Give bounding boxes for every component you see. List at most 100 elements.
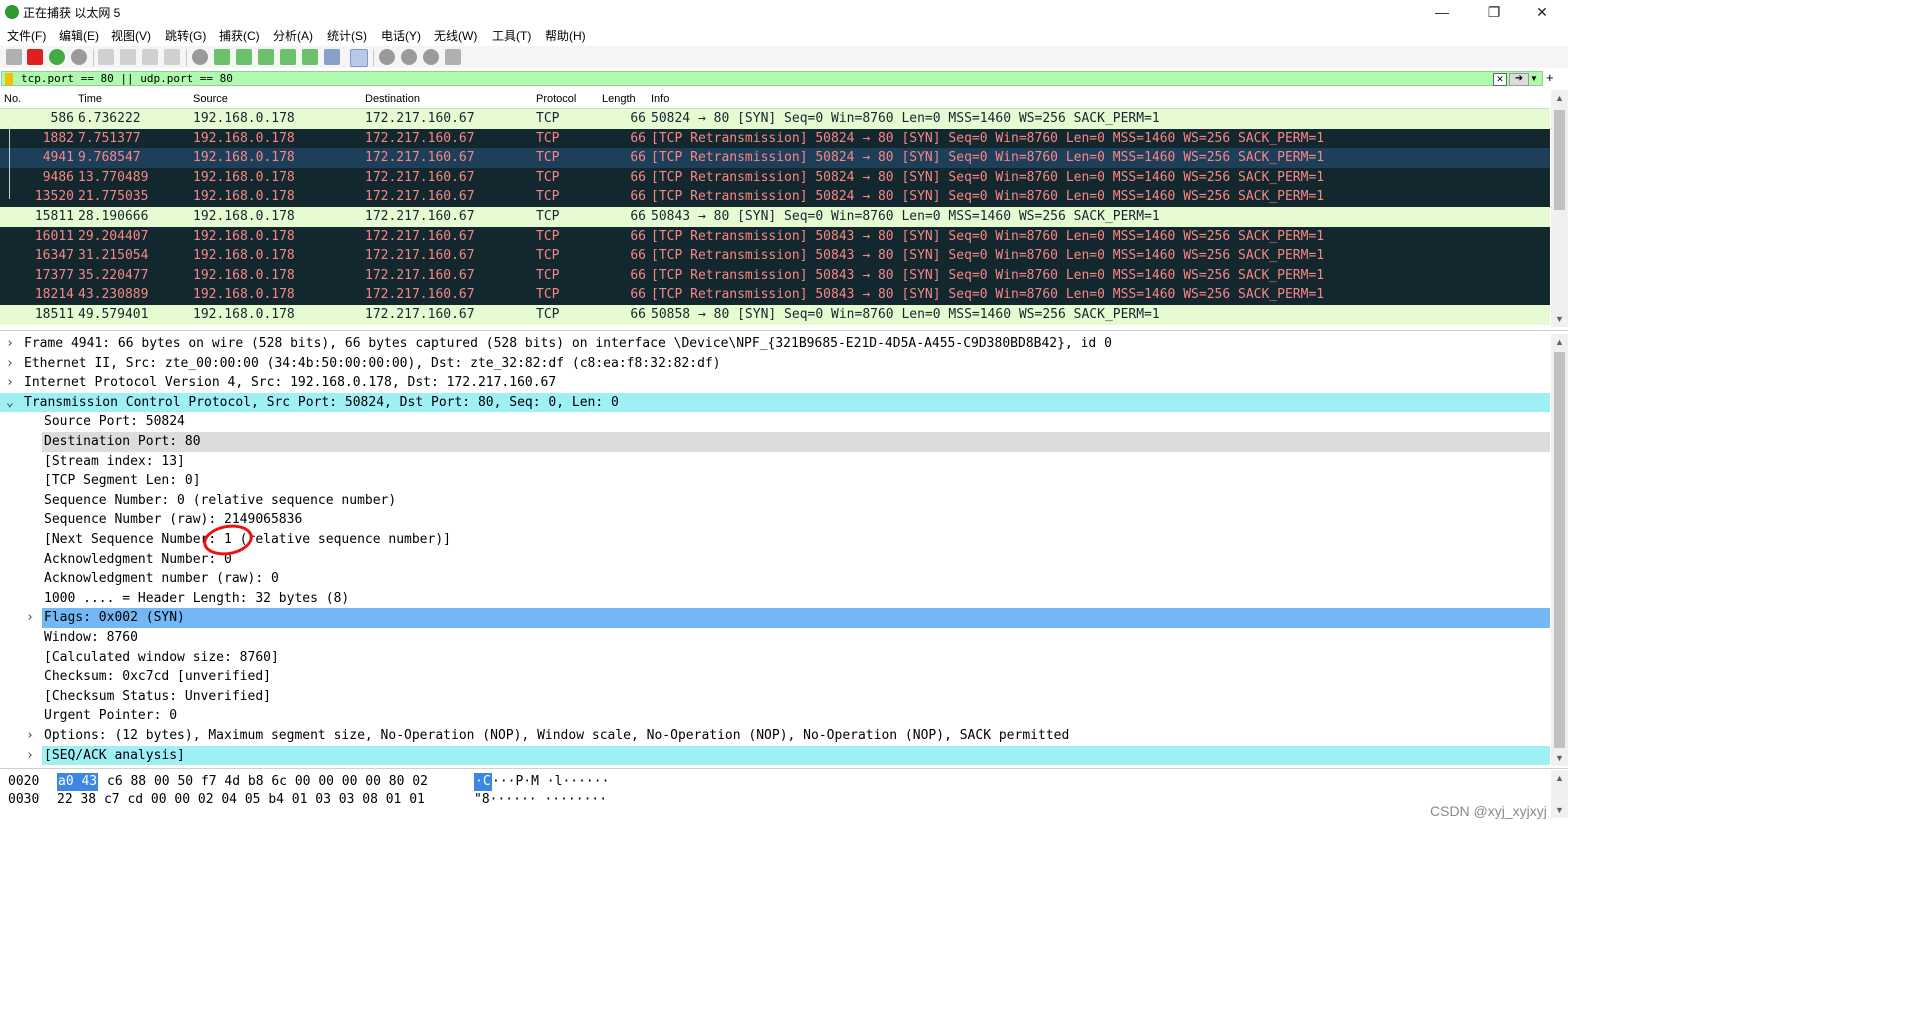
column-info[interactable]: Info: [651, 93, 669, 105]
detail-item[interactable]: [Checksum Status: Unverified]: [0, 687, 1550, 707]
go-forward-icon[interactable]: [236, 49, 252, 65]
scroll-down-icon[interactable]: ▼: [1551, 802, 1568, 818]
restore-button[interactable]: ❐: [1471, 0, 1517, 24]
menu-edit[interactable]: 编辑(E): [59, 27, 99, 44]
add-filter-button-icon[interactable]: +: [1546, 70, 1554, 85]
reload-file-icon[interactable]: [164, 49, 180, 65]
column-protocol[interactable]: Protocol: [536, 93, 576, 105]
go-to-packet-icon[interactable]: [258, 49, 274, 65]
detail-item[interactable]: [TCP Segment Len: 0]: [0, 471, 1550, 491]
detail-item[interactable]: 1000 .... = Header Length: 32 bytes (8): [0, 589, 1550, 609]
last-packet-icon[interactable]: [302, 49, 318, 65]
detail-item[interactable]: Acknowledgment number (raw): 0: [0, 569, 1550, 589]
detail-item[interactable]: › [SEQ/ACK analysis]: [0, 745, 1550, 766]
detail-item[interactable]: › Flags: 0x002 (SYN): [0, 608, 1550, 628]
column-length[interactable]: Length: [602, 93, 636, 105]
menu-go[interactable]: 跳转(G): [165, 27, 206, 44]
start-capture-icon[interactable]: [6, 49, 22, 65]
display-filter-input[interactable]: tcp.port == 80 || udp.port == 80 ✕ ➜ ▼: [1, 71, 1543, 86]
pane-splitter[interactable]: [0, 768, 1568, 769]
menu-wireless[interactable]: 无线(W): [434, 27, 477, 44]
chevron-right-icon[interactable]: ›: [6, 354, 14, 374]
detail-item[interactable]: [Stream index: 13]: [0, 452, 1550, 472]
pane-splitter[interactable]: [0, 330, 1568, 331]
scroll-thumb[interactable]: [1554, 352, 1565, 748]
bookmark-icon[interactable]: [5, 73, 13, 85]
chevron-right-icon[interactable]: ›: [26, 726, 34, 746]
packet-row[interactable]: 16347 31.215054 192.168.0.178 172.217.160.6…: [0, 246, 1550, 266]
chevron-right-icon[interactable]: ›: [6, 334, 14, 354]
column-source[interactable]: Source: [193, 93, 228, 105]
minimize-button[interactable]: —: [1419, 0, 1465, 24]
menu-statistics[interactable]: 统计(S): [327, 27, 367, 44]
colorize-icon[interactable]: [350, 49, 368, 67]
close-button[interactable]: ✕: [1519, 0, 1565, 24]
detail-item[interactable]: Checksum: 0xc7cd [unverified]: [0, 667, 1550, 687]
byte-offset: 0020: [8, 774, 40, 789]
open-file-icon[interactable]: [98, 49, 114, 65]
scroll-down-icon[interactable]: ▼: [1551, 750, 1568, 766]
packet-destination: 172.217.160.67: [365, 307, 475, 322]
packet-row[interactable]: 15811 28.190666 192.168.0.178 172.217.160.6…: [0, 207, 1550, 227]
details-scrollbar[interactable]: ▲ ▼: [1551, 334, 1568, 766]
packet-row[interactable]: 1882 7.751377 192.168.0.178 172.217.160.67 T…: [0, 128, 1550, 149]
filter-text[interactable]: tcp.port == 80 || udp.port == 80: [21, 72, 233, 85]
scroll-up-icon[interactable]: ▲: [1551, 90, 1568, 106]
autoscroll-icon[interactable]: [324, 49, 340, 65]
close-file-icon[interactable]: [142, 49, 158, 65]
detail-item[interactable]: › Options: (12 bytes), Maximum segment si…: [0, 726, 1550, 746]
stop-capture-icon[interactable]: [27, 49, 43, 65]
resize-columns-icon[interactable]: [445, 49, 461, 65]
menu-tools[interactable]: 工具(T): [492, 27, 531, 44]
go-back-icon[interactable]: [214, 49, 230, 65]
packet-row[interactable]: 18511 49.579401 192.168.0.178 172.217.160.6…: [0, 305, 1550, 325]
column-no[interactable]: No.: [4, 93, 21, 105]
scroll-up-icon[interactable]: ▲: [1551, 334, 1568, 350]
save-file-icon[interactable]: [120, 49, 136, 65]
packet-row[interactable]: 18214 43.230889 192.168.0.178 172.217.160.6…: [0, 285, 1550, 305]
capture-options-icon[interactable]: [71, 49, 87, 65]
packet-row[interactable]: 4941 9.768547 192.168.0.178 172.217.160.67 T…: [0, 148, 1550, 168]
detail-item[interactable]: › Frame 4941: 66 bytes on wire (528 bits)…: [0, 334, 1550, 354]
normal-size-icon[interactable]: [423, 49, 439, 65]
detail-item[interactable]: Source Port: 50824: [0, 412, 1550, 432]
scroll-down-icon[interactable]: ▼: [1551, 311, 1568, 327]
detail-item[interactable]: › Internet Protocol Version 4, Src: 192.1…: [0, 373, 1550, 393]
packet-list-scrollbar[interactable]: ▲ ▼: [1551, 90, 1568, 327]
first-packet-icon[interactable]: [280, 49, 296, 65]
detail-item[interactable]: › Ethernet II, Src: zte_00:00:00 (34:4b:5…: [0, 354, 1550, 374]
chevron-right-icon[interactable]: ›: [26, 608, 34, 628]
menu-help[interactable]: 帮助(H): [545, 27, 586, 44]
apply-filter-icon[interactable]: ➜: [1509, 73, 1529, 86]
column-time[interactable]: Time: [78, 93, 102, 105]
packet-row[interactable]: 9486 13.770489 192.168.0.178 172.217.160.67…: [0, 167, 1550, 188]
menu-capture[interactable]: 捕获(C): [219, 27, 260, 44]
menu-analyze[interactable]: 分析(A): [273, 27, 313, 44]
packet-row[interactable]: 13520 21.775035 192.168.0.178 172.217.160.6…: [0, 187, 1550, 207]
zoom-in-icon[interactable]: [379, 49, 395, 65]
zoom-out-icon[interactable]: [401, 49, 417, 65]
detail-item[interactable]: Destination Port: 80: [0, 432, 1550, 452]
find-packet-icon[interactable]: [192, 49, 208, 65]
detail-item[interactable]: ⌄ Transmission Control Protocol, Src Port…: [0, 392, 1550, 413]
scroll-up-icon[interactable]: ▲: [1551, 770, 1568, 786]
clear-filter-icon[interactable]: ✕: [1493, 73, 1507, 86]
chevron-right-icon[interactable]: ›: [6, 373, 14, 393]
scroll-thumb[interactable]: [1554, 110, 1565, 210]
detail-item[interactable]: Window: 8760: [0, 628, 1550, 648]
packet-row[interactable]: 16011 29.204407 192.168.0.178 172.217.160.6…: [0, 226, 1550, 247]
column-destination[interactable]: Destination: [365, 93, 420, 105]
menu-file[interactable]: 文件(F): [7, 27, 46, 44]
menu-view[interactable]: 视图(V): [111, 27, 151, 44]
detail-item[interactable]: Urgent Pointer: 0: [0, 706, 1550, 726]
chevron-down-icon[interactable]: ⌄: [6, 393, 14, 413]
packet-row[interactable]: 586 6.736222 192.168.0.178 172.217.160.67 TC…: [0, 109, 1550, 129]
menu-telephony[interactable]: 电话(Y): [381, 27, 421, 44]
bytes-scrollbar[interactable]: ▲ ▼: [1551, 770, 1568, 818]
filter-history-dropdown-icon[interactable]: ▼: [1530, 74, 1538, 83]
detail-item[interactable]: [Calculated window size: 8760]: [0, 648, 1550, 668]
detail-item[interactable]: Sequence Number: 0 (relative sequence nu…: [0, 491, 1550, 511]
packet-row[interactable]: 17377 35.220477 192.168.0.178 172.217.160.6…: [0, 265, 1550, 286]
restart-capture-icon[interactable]: [49, 49, 65, 65]
chevron-right-icon[interactable]: ›: [26, 746, 34, 766]
